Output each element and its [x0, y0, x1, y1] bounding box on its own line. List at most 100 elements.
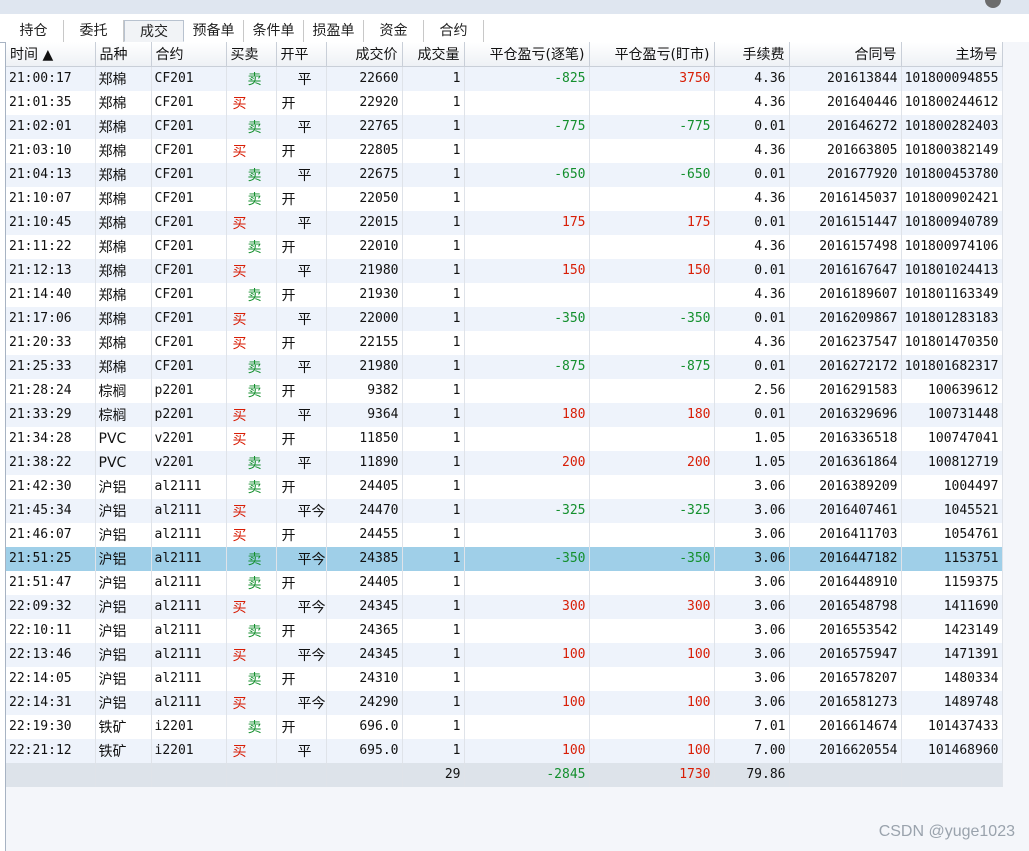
cell-fee: 3.06: [714, 690, 790, 715]
cell-time: 21:42:30: [6, 474, 96, 499]
cell-side: 买: [226, 738, 277, 763]
column-header-label: 平仓盈亏(盯市): [614, 47, 710, 63]
table-row[interactable]: 21:51:47 沪铝 al2111 卖 开 24405 1 3.06 2016448910 11…: [6, 570, 1003, 595]
cell-fee: 3.06: [714, 522, 790, 547]
cell-qty-value: 1: [452, 599, 461, 614]
tab-6[interactable]: 资金: [364, 20, 424, 42]
cell-price: 22015: [326, 210, 403, 235]
cell-pnl-mtm: [589, 330, 715, 355]
cell-open-close: 开: [276, 90, 327, 115]
table-row[interactable]: 21:38:22 PVC v2201 卖 平 11890 1 200 200 1.05 201636…: [6, 450, 1003, 475]
cell-fee-value: 7.00: [754, 743, 786, 758]
cell-fee-value: 1.05: [754, 455, 786, 470]
gear-icon[interactable]: [985, 0, 1001, 8]
table-row[interactable]: 21:01:35 郑棉 CF201 买 开 22920 1 4.36 201640446 1018…: [6, 90, 1003, 115]
column-header-time[interactable]: 时间 ▲: [6, 42, 96, 67]
table-row[interactable]: 21:14:40 郑棉 CF201 卖 开 21930 1 4.36 2016189607 101…: [6, 282, 1003, 307]
table-row[interactable]: 21:34:28 PVC v2201 买 开 11850 1 1.05 2016336518 10…: [6, 426, 1003, 451]
column-header-fee[interactable]: 手续费: [714, 42, 790, 67]
table-row[interactable]: 21:10:07 郑棉 CF201 卖 开 22050 1 4.36 2016145037 101…: [6, 186, 1003, 211]
cell-pnl-trade: [464, 522, 590, 547]
table-row[interactable]: 22:14:05 沪铝 al2111 卖 开 24310 1 3.06 2016578207 14…: [6, 666, 1003, 691]
table-row[interactable]: 21:17:06 郑棉 CF201 买 平 22000 1 -350 -350 0.01 20162…: [6, 306, 1003, 331]
table-row[interactable]: 21:00:17 郑棉 CF201 卖 平 22660 1 -825 3750 4.36 20161…: [6, 66, 1003, 91]
cell-symbol-value: 沪铝: [98, 551, 127, 568]
cell-price-value: 11890: [359, 455, 399, 470]
table-row[interactable]: 21:33:29 棕榈 p2201 买 平 9364 1 180 180 0.01 20163296…: [6, 402, 1003, 427]
cell-side-value: 卖: [247, 287, 262, 304]
cell-time: 22:09:32: [6, 594, 96, 619]
table-row[interactable]: 22:13:46 沪铝 al2111 买 平今 24345 1 100 100 3.06 20165…: [6, 642, 1003, 667]
column-header-pnl-trade[interactable]: 平仓盈亏(逐笔): [464, 42, 590, 67]
cell-qty: 1: [402, 66, 465, 91]
table-row[interactable]: 21:10:45 郑棉 CF201 买 平 22015 1 175 175 0.01 2016151…: [6, 210, 1003, 235]
cell-open-close-value: 平: [297, 407, 312, 424]
tab-1[interactable]: 委托: [64, 20, 124, 42]
tab-5[interactable]: 损盈单: [304, 20, 364, 42]
cell-order-id: 201646272: [789, 114, 902, 139]
cell-symbol: 郑棉: [95, 306, 152, 331]
cell-exchange-id: 1480334: [901, 666, 1003, 691]
table-row[interactable]: 21:20:33 郑棉 CF201 买 开 22155 1 4.36 2016237547 101…: [6, 330, 1003, 355]
column-header-price[interactable]: 成交价: [326, 42, 403, 67]
table-row[interactable]: 21:25:33 郑棉 CF201 卖 平 21980 1 -875 -875 0.01 20162…: [6, 354, 1003, 379]
cell-side: 卖: [226, 114, 277, 139]
tab-3[interactable]: 预备单: [184, 20, 244, 42]
cell-pnl-trade: -350: [464, 306, 590, 331]
column-header-symbol[interactable]: 品种: [95, 42, 152, 67]
tab-4[interactable]: 条件单: [244, 20, 304, 42]
column-header-exchange-id[interactable]: 主场号: [901, 42, 1003, 67]
cell-order-id: 2016581273: [789, 690, 902, 715]
cell-fee: 3.06: [714, 498, 790, 523]
table-row[interactable]: 21:02:01 郑棉 CF201 卖 平 22765 1 -775 -775 0.01 20164…: [6, 114, 1003, 139]
cell-open-close-value: 平今: [297, 599, 326, 616]
column-header-side[interactable]: 买卖: [226, 42, 277, 67]
column-header-order-id[interactable]: 合同号: [789, 42, 902, 67]
table-row[interactable]: 22:09:32 沪铝 al2111 买 平今 24345 1 300 300 3.06 20165…: [6, 594, 1003, 619]
cell-fee: 3.06: [714, 570, 790, 595]
cell-order-id-value: 2016553542: [819, 623, 898, 638]
cell-contract: CF201: [151, 258, 227, 283]
cell-time: 21:04:13: [6, 162, 96, 187]
tab-0[interactable]: 持仓: [4, 20, 64, 42]
table-row[interactable]: 22:19:30 铁矿 i2201 卖 开 696.0 1 7.01 2016614674 101…: [6, 714, 1003, 739]
cell-exchange-id: 101800244612: [901, 90, 1003, 115]
cell-exchange-id: 101801163349: [901, 282, 1003, 307]
column-header-open-close[interactable]: 开平: [276, 42, 327, 67]
cell-open-close-value: 开: [281, 191, 296, 208]
cell-pnl-mtm-value: 200: [687, 455, 711, 470]
cell-open-close-value: 开: [281, 671, 296, 688]
tab-2[interactable]: 成交: [124, 20, 184, 42]
table-row[interactable]: 22:10:11 沪铝 al2111 卖 开 24365 1 3.06 2016553542 14…: [6, 618, 1003, 643]
cell-exchange-id: 1054761: [901, 522, 1003, 547]
cell-order-id: 2016209867: [789, 306, 902, 331]
table-row[interactable]: 21:11:22 郑棉 CF201 卖 开 22010 1 4.36 2016157498 101…: [6, 234, 1003, 259]
table-row[interactable]: 21:03:10 郑棉 CF201 买 开 22805 1 4.36 201663805 1018…: [6, 138, 1003, 163]
cell-symbol-value: 郑棉: [98, 95, 127, 112]
cell-exchange-id-value: 1411690: [943, 599, 999, 614]
cell-side-value: 买: [232, 647, 247, 664]
column-header-contract[interactable]: 合约: [151, 42, 227, 67]
table-row[interactable]: 21:45:34 沪铝 al2111 买 平今 24470 1 -325 -325 3.06 201…: [6, 498, 1003, 523]
cell-pnl-mtm: [589, 666, 715, 691]
cell-pnl-mtm: 150: [589, 258, 715, 283]
table-row[interactable]: 22:14:31 沪铝 al2111 买 平今 24290 1 100 100 3.06 20165…: [6, 690, 1003, 715]
cell-qty-value: 1: [452, 503, 461, 518]
cell-symbol: 郑棉: [95, 66, 152, 91]
cell-contract: al2111: [151, 642, 227, 667]
table-row[interactable]: 21:46:07 沪铝 al2111 买 开 24455 1 3.06 2016411703 10…: [6, 522, 1003, 547]
table-row[interactable]: 21:42:30 沪铝 al2111 卖 开 24405 1 3.06 2016389209 10…: [6, 474, 1003, 499]
table-row[interactable]: 21:51:25 沪铝 al2111 卖 平今 24385 1 -350 -350 3.06 201…: [6, 546, 1003, 571]
column-header-pnl-mtm[interactable]: 平仓盈亏(盯市): [589, 42, 715, 67]
table-row[interactable]: 22:21:12 铁矿 i2201 买 平 695.0 1 100 100 7.00 2016620…: [6, 738, 1003, 763]
tab-7[interactable]: 合约: [424, 20, 484, 42]
column-header-qty[interactable]: 成交量: [402, 42, 465, 67]
cell-order-id-value: 2016447182: [819, 551, 898, 566]
cell-exchange-id-value: 1054761: [943, 527, 999, 542]
cell-contract-value: al2111: [154, 647, 202, 662]
table-row[interactable]: 21:12:13 郑棉 CF201 买 平 21980 1 150 150 0.01 2016167…: [6, 258, 1003, 283]
cell-order-id: 2016167647: [789, 258, 902, 283]
cell-price: 24365: [326, 618, 403, 643]
table-row[interactable]: 21:28:24 棕榈 p2201 卖 开 9382 1 2.56 2016291583 1006…: [6, 378, 1003, 403]
table-row[interactable]: 21:04:13 郑棉 CF201 卖 平 22675 1 -650 -650 0.01 20167…: [6, 162, 1003, 187]
